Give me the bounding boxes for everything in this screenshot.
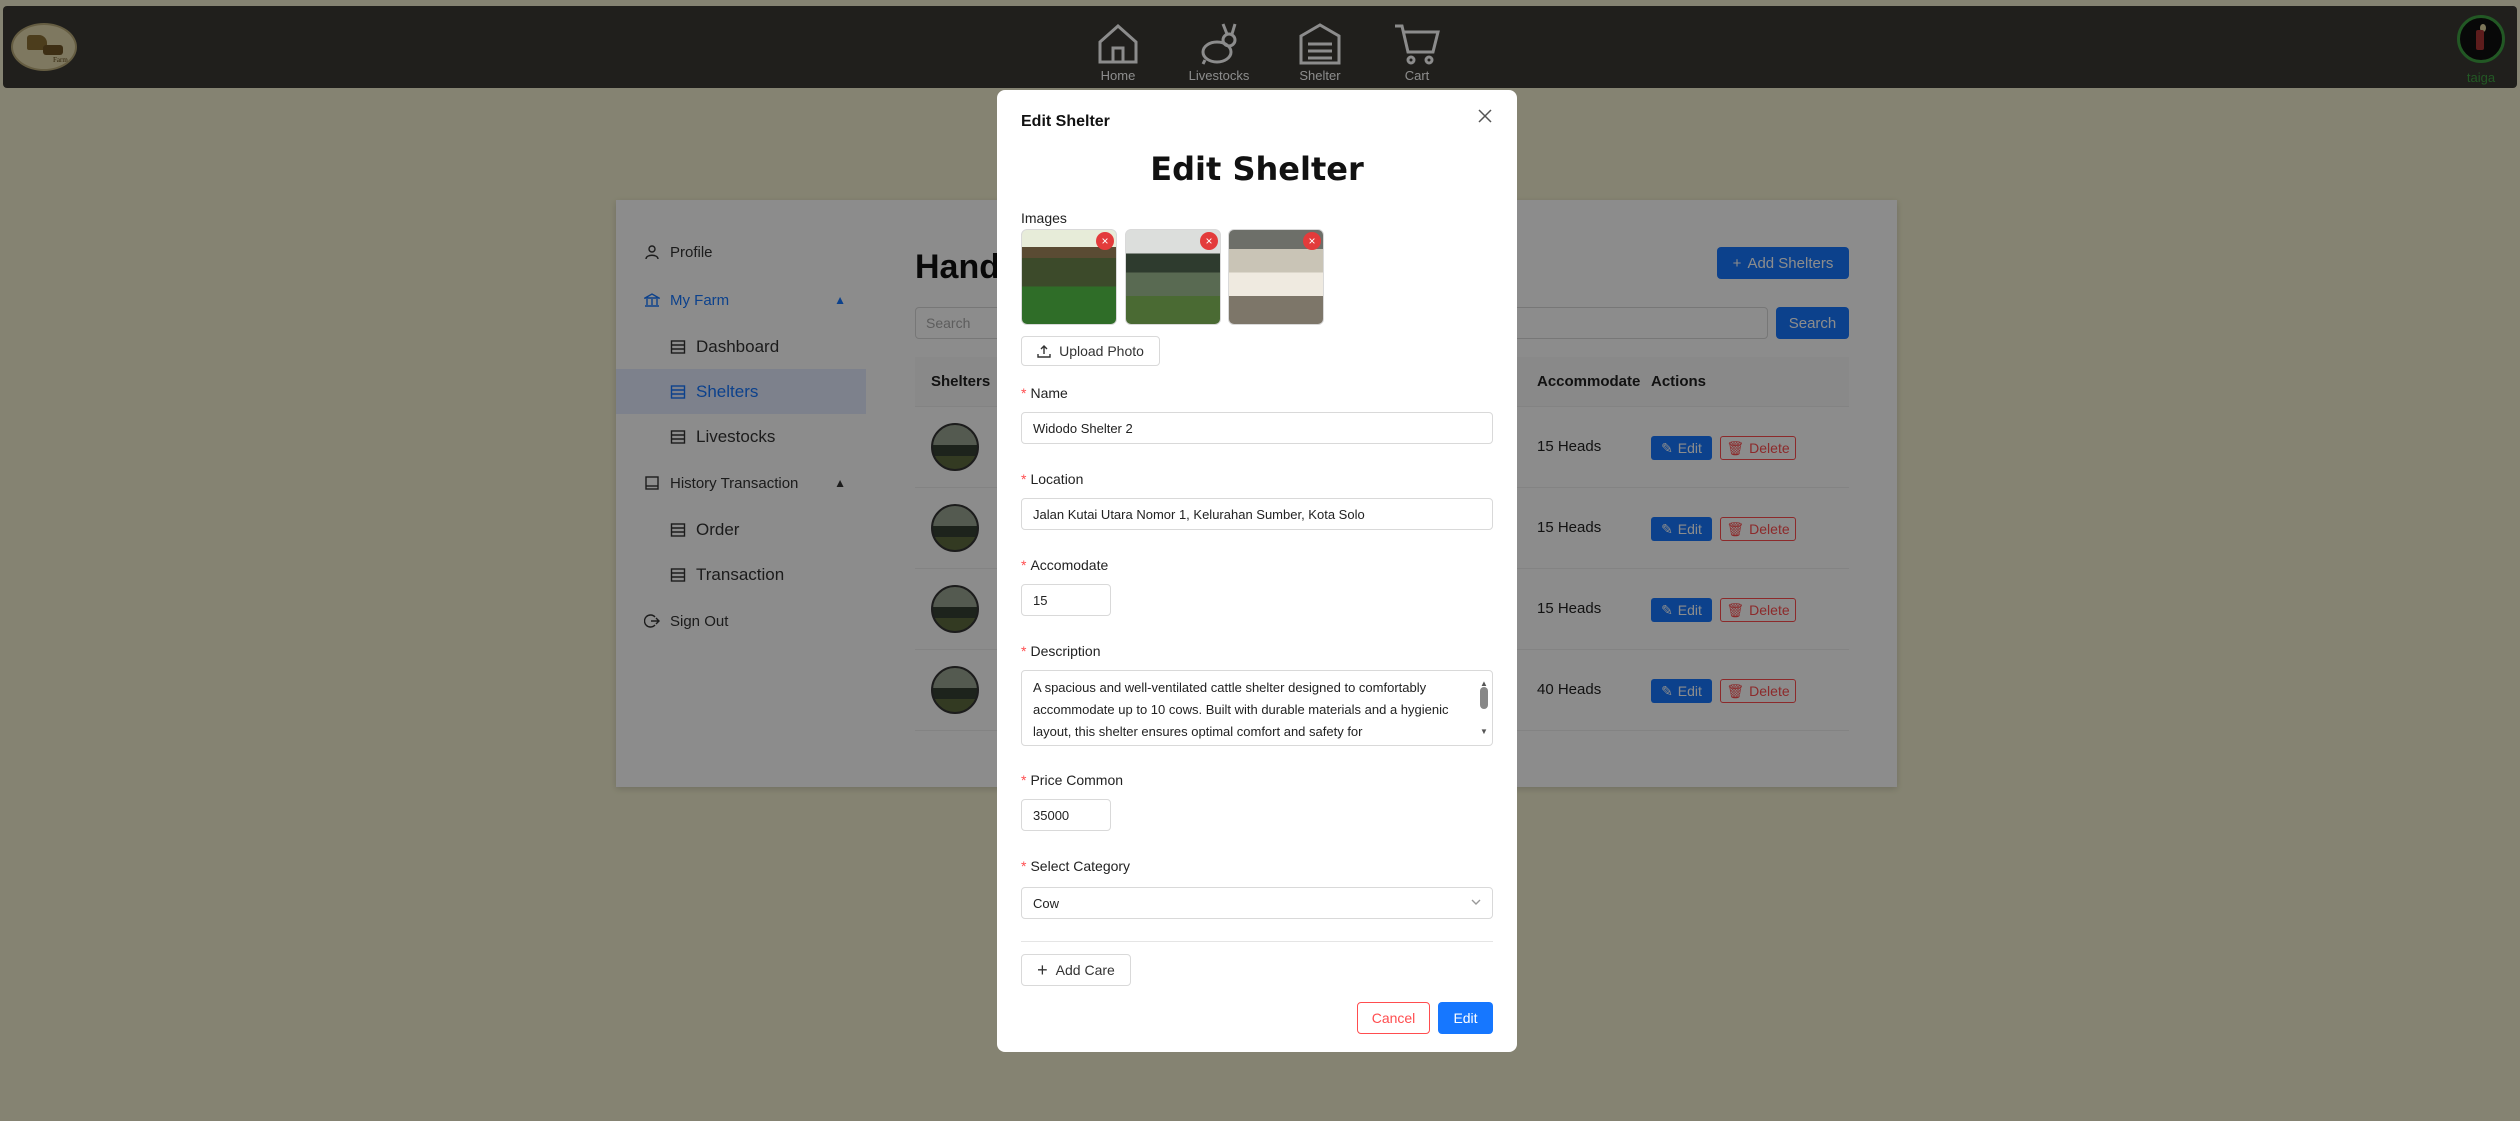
category-value: Cow [1033,895,1060,911]
shelter-image-3[interactable]: × [1228,229,1324,325]
upload-icon [1037,345,1051,358]
upload-photo-label: Upload Photo [1059,343,1144,359]
close-icon[interactable] [1473,104,1497,128]
location-input[interactable]: Jalan Kutai Utara Nomor 1, Kelurahan Sum… [1021,498,1493,530]
price-label: * Price Common [1021,772,1124,788]
scroll-thumb[interactable] [1480,687,1488,709]
accomodate-label: * Accomodate [1021,557,1109,573]
category-select[interactable]: Cow [1021,887,1493,919]
add-care-label: Add Care [1055,962,1115,978]
plus-icon: + [1037,959,1048,980]
description-textarea[interactable]: A spacious and well-ventilated cattle sh… [1021,670,1493,746]
chevron-down-icon [1471,899,1481,905]
scroll-down-icon[interactable]: ▼ [1480,721,1488,743]
remove-image-icon[interactable]: × [1200,232,1218,250]
description-label: * Description [1021,643,1101,659]
location-label: * Location [1021,471,1084,487]
remove-image-icon[interactable]: × [1096,232,1114,250]
submit-edit-button[interactable]: Edit [1438,1002,1493,1034]
price-input[interactable]: 35000 [1021,799,1111,831]
divider [1021,941,1493,942]
remove-image-icon[interactable]: × [1303,232,1321,250]
modal-heading: Edit Shelter [1150,150,1364,188]
textarea-scrollbar[interactable]: ▲ ▼ [1478,673,1490,743]
accomodate-input[interactable]: 15 [1021,584,1111,616]
add-care-button[interactable]: + Add Care [1021,954,1131,986]
category-label: * Select Category [1021,858,1131,874]
cancel-button[interactable]: Cancel [1357,1002,1430,1034]
name-label: * Name [1021,385,1068,401]
shelter-image-1[interactable]: × [1021,229,1117,325]
name-input[interactable]: Widodo Shelter 2 [1021,412,1493,444]
images-label: Images [1021,210,1067,226]
description-text: A spacious and well-ventilated cattle sh… [1033,680,1449,739]
edit-shelter-modal: Edit Shelter Edit Shelter Images × × × U… [997,90,1517,1052]
shelter-image-2[interactable]: × [1125,229,1221,325]
modal-title: Edit Shelter [1021,113,1110,130]
upload-photo-button[interactable]: Upload Photo [1021,336,1160,366]
